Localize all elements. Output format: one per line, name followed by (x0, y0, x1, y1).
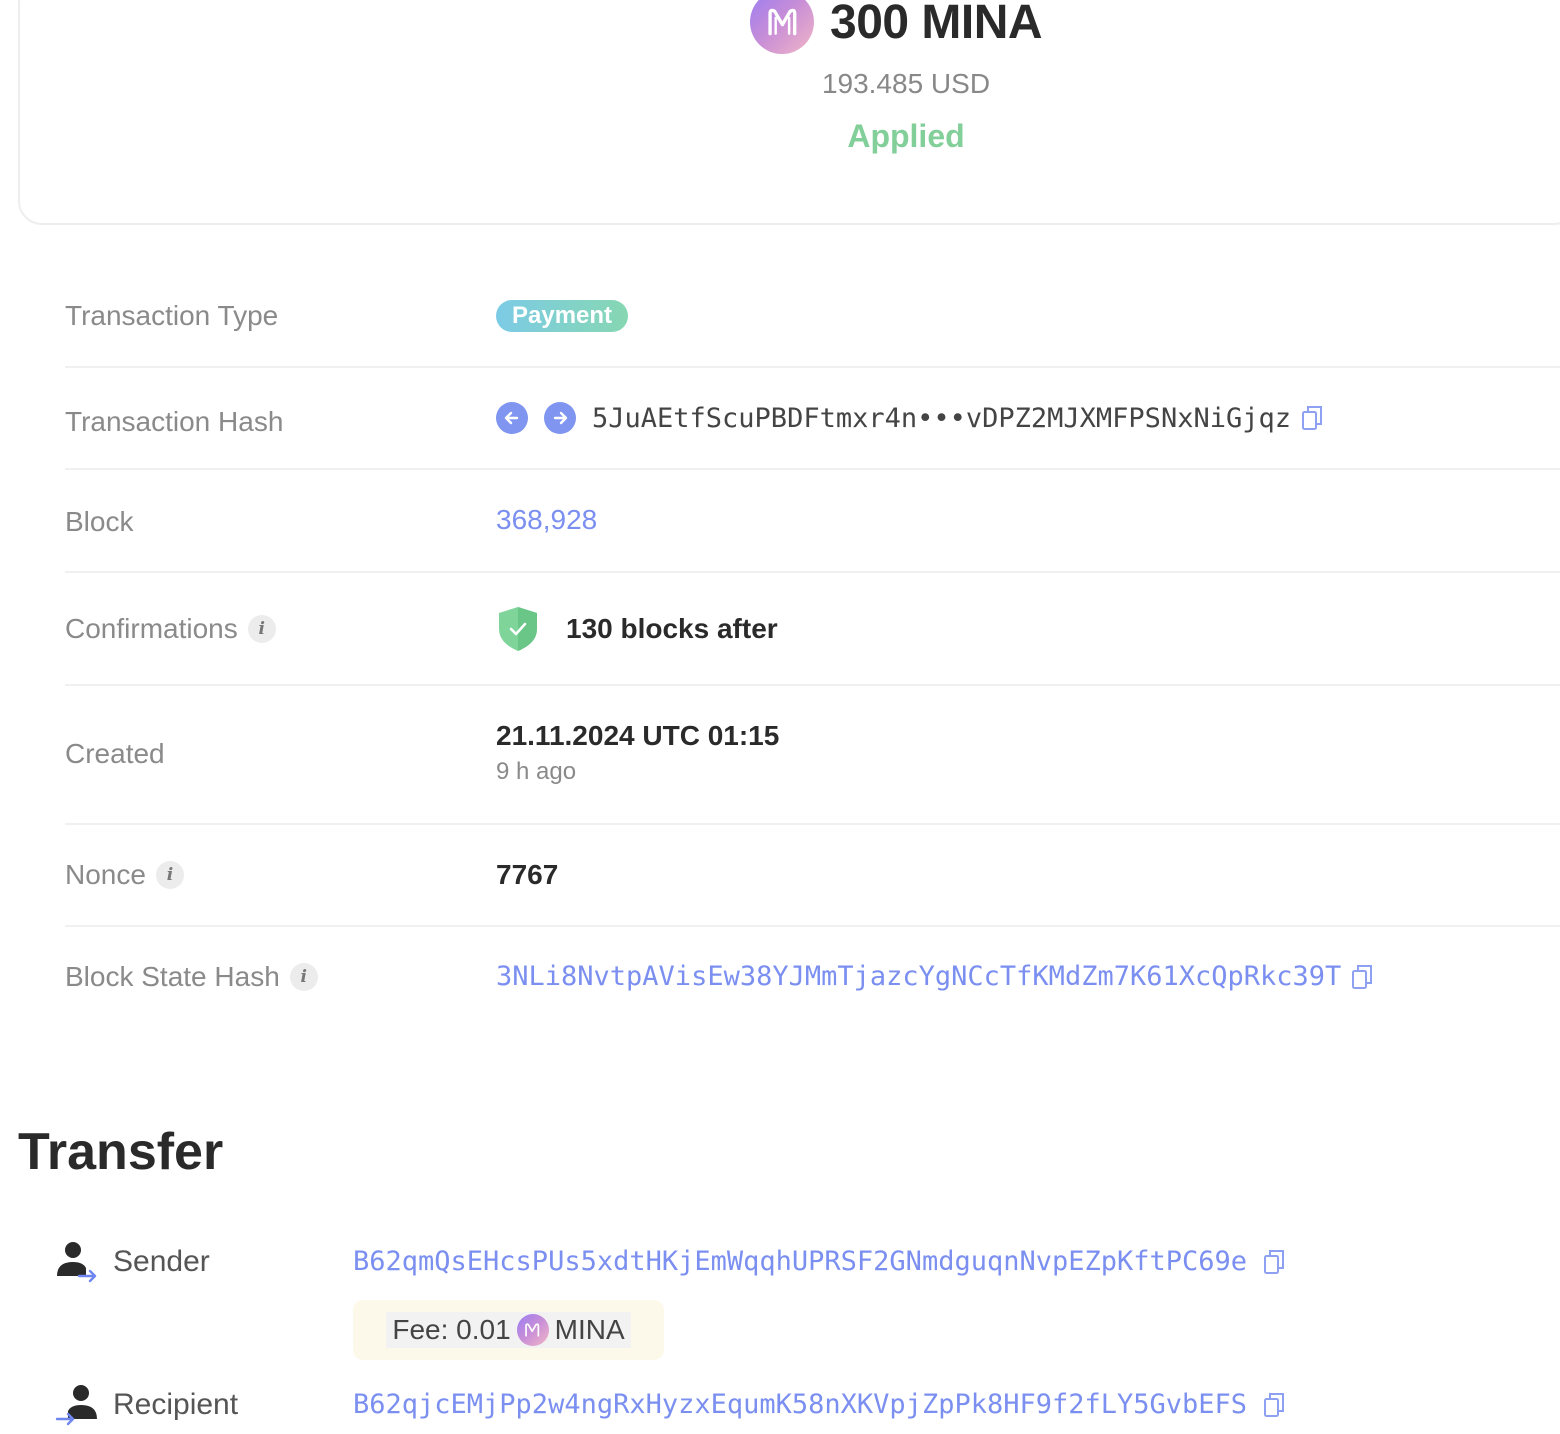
arrow-right-icon[interactable] (544, 402, 576, 434)
fee-unit: MINA (554, 1314, 625, 1345)
created-label: Created (65, 738, 165, 769)
block-state-hash-link[interactable]: 3NLi8NvtpAVisEw38YJMmTjazcYgNCcTfKMdZm7K… (496, 961, 1341, 992)
recipient-address-link[interactable]: B62qjcEMjPp2w4ngRxHyzxEqumK58nXKVpjZpPk8… (353, 1389, 1247, 1420)
copy-icon[interactable] (1263, 1248, 1287, 1276)
sender-address-link[interactable]: B62qmQsEHcsPUs5xdtHKjEmWqqhUPRSF2GNmdguq… (353, 1246, 1247, 1277)
confirmations-label: Confirmations (65, 613, 238, 644)
transaction-amount: 300 MINA (830, 0, 1043, 49)
recipient-row: Recipient (55, 1383, 238, 1427)
fee-box: Fee: 0.01 MINA (353, 1300, 664, 1360)
info-icon[interactable]: i (289, 963, 318, 991)
user-send-icon (55, 1240, 99, 1284)
created-datetime: 21.11.2024 UTC 01:15 (496, 720, 780, 751)
nonce-value: 7767 (496, 859, 559, 890)
copy-icon[interactable] (1301, 404, 1325, 432)
transaction-hash-label: Transaction Hash (65, 406, 284, 437)
sender-address-wrap: B62qmQsEHcsPUs5xdtHKjEmWqqhUPRSF2GNmdguq… (353, 1246, 1287, 1277)
info-icon[interactable]: i (155, 861, 184, 889)
row-block-state-hash: Block State Hash i 3NLi8NvtpAVisEw38YJMm… (65, 927, 1560, 1031)
row-transaction-type: Transaction Type Payment (65, 262, 1560, 368)
mina-logo-icon (750, 0, 814, 54)
row-block: Block 368,928 (65, 470, 1560, 573)
arrow-left-icon[interactable] (496, 402, 528, 434)
fee-chip: Fee: 0.01 MINA (386, 1312, 631, 1348)
row-confirmations: Confirmations i 130 blocks after (65, 573, 1560, 686)
row-transaction-hash: Transaction Hash 5JuAEtfScuPBDFtmxr4n•••… (65, 368, 1560, 470)
transaction-summary-card: 300 MINA 193.485 USD Applied (18, 0, 1560, 225)
copy-icon[interactable] (1351, 963, 1375, 991)
fiat-value: 193.485 USD (821, 68, 991, 99)
transfer-heading: Transfer (18, 1123, 224, 1181)
created-relative: 9 h ago (496, 758, 577, 785)
shield-check-icon (496, 605, 540, 653)
info-icon[interactable]: i (247, 615, 276, 643)
amount-row: 300 MINA (750, 0, 1043, 54)
fee-amount: Fee: 0.01 (392, 1314, 511, 1345)
transaction-details: Transaction Type Payment Transaction Has… (65, 262, 1560, 1031)
row-created: Created 21.11.2024 UTC 01:15 9 h ago (65, 686, 1560, 825)
recipient-label: Recipient (113, 1388, 239, 1421)
transaction-hash-value: 5JuAEtfScuPBDFtmxr4n•••vDPZ2MJXMFPSNxNiG… (592, 402, 1291, 434)
nonce-label: Nonce (65, 859, 146, 890)
sender-row: Sender (55, 1240, 210, 1284)
mina-logo-icon (516, 1314, 549, 1346)
confirmations-value: 130 blocks after (566, 613, 778, 644)
transaction-type-label: Transaction Type (65, 300, 279, 331)
copy-icon[interactable] (1263, 1391, 1287, 1419)
user-receive-icon (55, 1383, 99, 1427)
block-link[interactable]: 368,928 (496, 504, 597, 536)
block-label: Block (65, 506, 134, 537)
row-nonce: Nonce i 7767 (65, 825, 1560, 927)
sender-label: Sender (113, 1245, 210, 1278)
status-label: Applied (847, 118, 965, 154)
block-state-hash-label: Block State Hash (65, 961, 280, 992)
transaction-type-badge: Payment (496, 300, 629, 332)
recipient-address-wrap: B62qjcEMjPp2w4ngRxHyzxEqumK58nXKVpjZpPk8… (353, 1389, 1287, 1420)
